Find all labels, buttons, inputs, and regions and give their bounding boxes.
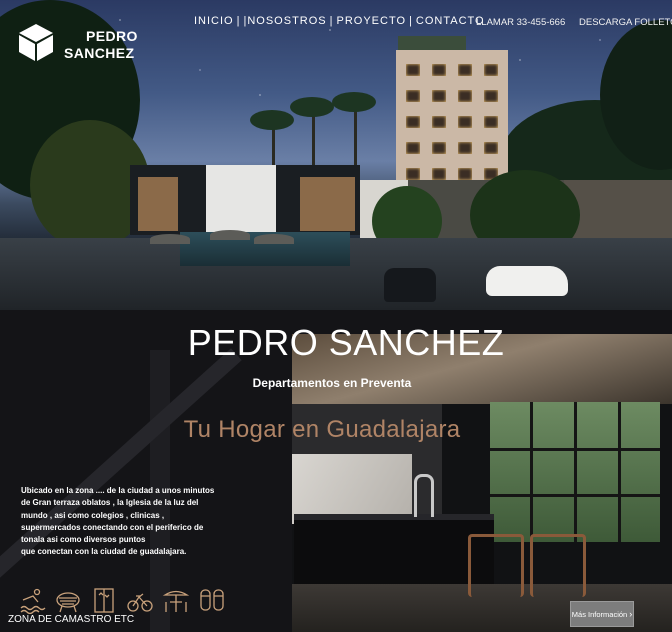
- description-line: tonala asi como diversos puntos: [21, 535, 146, 545]
- cube-icon[interactable]: [16, 22, 56, 62]
- description-line: mundo , asi como colegios , clinicas ,: [21, 510, 165, 520]
- palm-tree: [250, 110, 294, 130]
- brand-line-1: PEDRO: [86, 28, 138, 44]
- description-line: que conectan con la ciudad de guadalajar…: [21, 547, 187, 557]
- palm-tree: [332, 92, 376, 112]
- white-car: [486, 266, 568, 296]
- description-line: Ubicado en la zona .... de la ciudad a u…: [21, 486, 215, 495]
- location-description: Ubicado en la zona .... de la ciudad a u…: [21, 485, 231, 559]
- umbrella: [210, 230, 250, 240]
- umbrella: [254, 234, 294, 244]
- main-nav: INICIO | |NOSOSTROS | PROYECTO | CONTACT…: [194, 15, 485, 27]
- nav-inicio[interactable]: INICIO: [194, 15, 234, 27]
- page-subtitle: Departamentos en Preventa: [252, 376, 412, 390]
- brand-line-2: SANCHEZ: [64, 45, 135, 61]
- nav-separator: |: [236, 15, 241, 27]
- nav-proyecto[interactable]: PROYECTO: [337, 15, 407, 27]
- umbrella: [150, 234, 190, 244]
- download-brochure-link[interactable]: DESCARGA FOLLETO: [579, 17, 672, 28]
- palm-tree: [290, 97, 334, 117]
- amenity-icons: [18, 586, 226, 614]
- page-title: PEDRO SANCHEZ: [187, 322, 505, 363]
- tagline: Tu Hogar en Guadalajara: [183, 416, 461, 443]
- gym-bike-icon: [127, 593, 153, 612]
- more-info-button[interactable]: Más Información ›: [570, 601, 634, 627]
- nav-nosotros[interactable]: |NOSOSTROS: [243, 15, 326, 27]
- elevator-icon: [94, 588, 114, 613]
- description-line: de Gran terraza oblatos , la Iglesia de …: [21, 498, 199, 508]
- parking-icon: [200, 589, 224, 611]
- nav-contacto[interactable]: CONTACTO: [416, 15, 485, 27]
- dark-car: [384, 268, 436, 302]
- amenities-label: ZONA DE CAMASTRO ETC: [8, 614, 135, 625]
- description-line: supermercados conectando con el periferi…: [21, 522, 204, 532]
- nav-separator: |: [329, 15, 334, 27]
- terrace-table-icon: [162, 590, 190, 612]
- pool-lounger-icon: [20, 588, 46, 614]
- nav-separator: |: [409, 15, 413, 27]
- project-section: PEDRO SANCHEZ Departamentos en Preventa …: [0, 310, 672, 632]
- more-info-label: Más Información: [571, 609, 628, 619]
- grill-icon: [56, 592, 80, 613]
- clubhouse-building: [130, 165, 360, 235]
- call-link[interactable]: LLAMAR 33-455-666: [476, 17, 565, 28]
- chevron-right-icon: ›: [629, 609, 633, 619]
- brand-name[interactable]: PEDRO SANCHEZ: [64, 28, 138, 62]
- hero-banner: PEDRO SANCHEZ INICIO | |NOSOSTROS | PROY…: [0, 0, 672, 310]
